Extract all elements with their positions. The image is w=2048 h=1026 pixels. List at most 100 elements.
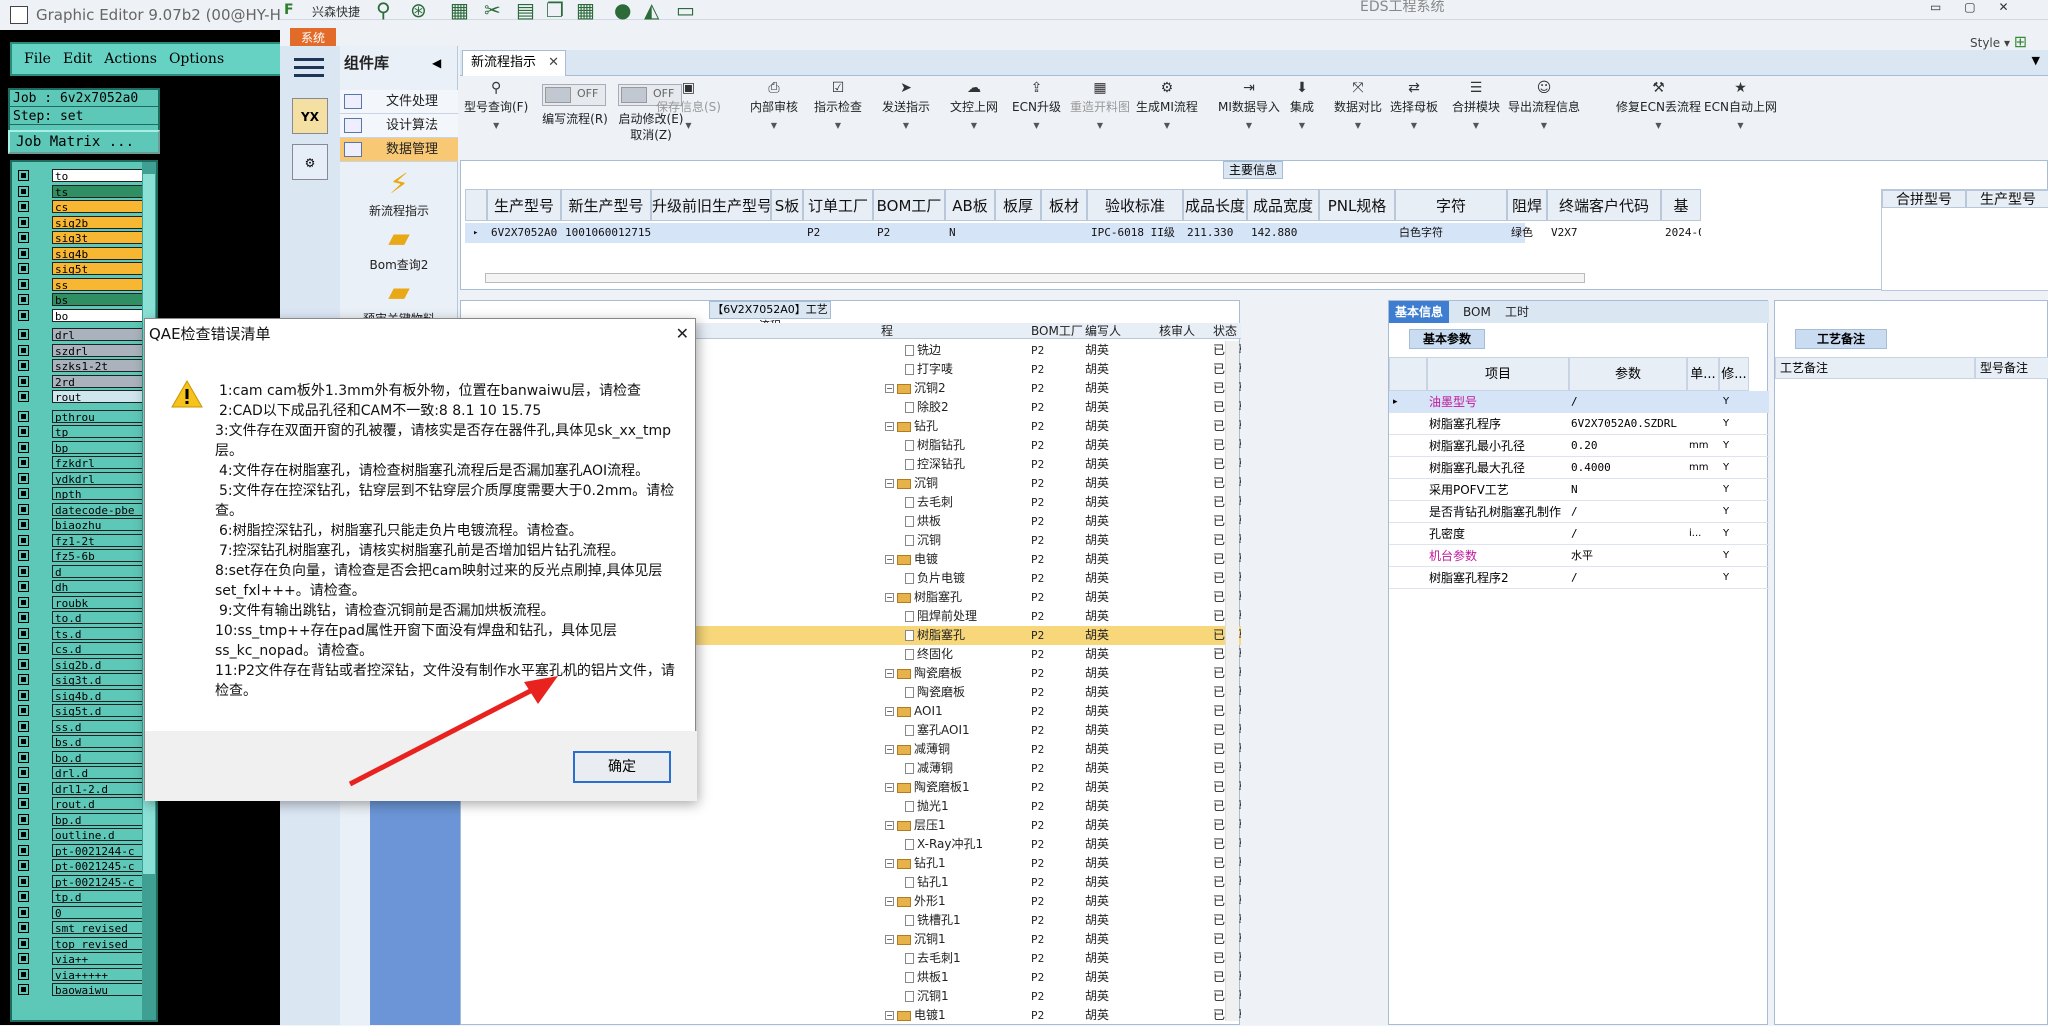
flow-row[interactable]: −钻孔1P2胡英已编写 (461, 854, 1241, 873)
toolbar-button-11[interactable]: ⇥ MI数据导入 ▼ (1218, 80, 1280, 130)
toolbar-button-10[interactable]: ⚙ 生成MI流程 ▼ (1136, 80, 1198, 130)
layer-row[interactable]: bo.d (14, 750, 146, 765)
main-col-header[interactable]: 升级前旧生产型号 (651, 189, 771, 221)
layer-row[interactable]: tp (14, 424, 146, 439)
main-cell[interactable]: 211.330 (1183, 223, 1247, 243)
layer-checkbox[interactable] (18, 844, 29, 856)
layer-row[interactable]: sig3t.d (14, 672, 146, 687)
main-col-header[interactable]: 生产型号 (487, 189, 561, 221)
layer-checkbox[interactable] (18, 798, 29, 809)
info-row[interactable]: 是否背钻孔树脂塞孔制作 / Y (1389, 501, 1769, 523)
window-controls[interactable]: ▭ ▢ ✕ (1930, 0, 2009, 14)
toggle-switch[interactable]: OFF (542, 84, 606, 106)
layer-checkbox[interactable] (18, 170, 29, 181)
layer-checkbox[interactable] (18, 674, 29, 685)
layer-row[interactable]: baowaiwu (14, 982, 146, 997)
flow-scrollbar[interactable] (1225, 341, 1239, 1021)
toolbar-button-14[interactable]: ⇄ 选择母板 ▼ (1390, 80, 1438, 130)
layer-row[interactable]: to (14, 168, 146, 183)
main-cell[interactable] (995, 223, 1041, 243)
expand-icon[interactable]: − (885, 1011, 894, 1020)
layer-checkbox[interactable] (18, 581, 29, 592)
expand-icon[interactable]: − (885, 707, 894, 716)
layer-row[interactable]: sig4b.d (14, 688, 146, 703)
expand-icon[interactable]: − (885, 384, 894, 393)
info-row[interactable]: 机台参数 水平 Y (1389, 545, 1769, 567)
tab-bom[interactable]: BOM (1457, 301, 1497, 323)
layer-checkbox[interactable] (18, 426, 29, 437)
layer-row[interactable]: fz1-2t (14, 533, 146, 548)
main-col-header[interactable]: 新生产型号 (561, 189, 651, 221)
layer-row[interactable]: via+++++ (14, 967, 146, 982)
expand-icon[interactable]: − (885, 745, 894, 754)
layer-row[interactable]: szks1-2t (14, 358, 146, 373)
layer-row[interactable]: d (14, 564, 146, 579)
layer-checkbox[interactable] (18, 906, 29, 918)
copy-icon[interactable]: ❐ (546, 0, 564, 20)
main-col-header[interactable]: PNL规格 (1319, 189, 1395, 221)
layer-row[interactable]: drl.d (14, 765, 146, 780)
flow-row[interactable]: −层压1P2胡英已编写 (461, 816, 1241, 835)
layer-checkbox[interactable] (18, 278, 29, 290)
layer-checkbox[interactable] (18, 937, 29, 949)
info-value[interactable]: 0.20 (1569, 435, 1687, 457)
layer-row[interactable]: bo (14, 308, 146, 323)
main-cell[interactable]: 142.880 (1247, 223, 1319, 243)
search-icon[interactable]: ⚲ (376, 0, 391, 20)
ok-button[interactable]: 确定 (573, 751, 671, 783)
info-row[interactable]: 树脂塞孔程序2 / Y (1389, 567, 1769, 589)
layer-row[interactable]: bs.d (14, 734, 146, 749)
info-value[interactable]: / (1569, 567, 1687, 589)
toolbar-button-9[interactable]: ▦ 重造开料图 ▼ (1070, 80, 1130, 130)
layer-row[interactable]: drl1-2.d (14, 781, 146, 796)
flow-row[interactable]: −电镀1P2胡英已编写 (461, 1006, 1241, 1025)
layer-row[interactable]: npth (14, 486, 146, 501)
tab-hours[interactable]: 工时 (1499, 301, 1535, 323)
expand-icon[interactable]: − (885, 555, 894, 564)
layer-checkbox[interactable] (18, 736, 29, 747)
layer-row[interactable]: biaozhu (14, 517, 146, 532)
main-col-header[interactable]: 板厚 (995, 189, 1041, 221)
layer-row[interactable]: bs (14, 292, 146, 307)
layer-checkbox[interactable] (18, 503, 29, 515)
info-row[interactable]: 采用POFV工艺 N Y (1389, 479, 1769, 501)
toolbar-button-5[interactable]: ☑ 指示检查 ▼ (814, 80, 862, 130)
layer-checkbox[interactable] (18, 375, 29, 387)
main-cell[interactable] (651, 223, 771, 243)
film-icon[interactable]: ▤ (516, 0, 535, 20)
layer-checkbox[interactable] (18, 643, 29, 654)
layer-row[interactable]: roubk (14, 595, 146, 610)
main-col-header[interactable]: 成品宽度 (1247, 189, 1319, 221)
job-matrix-button[interactable]: Job Matrix ... (8, 130, 160, 154)
system-button[interactable]: 系统 (290, 28, 336, 48)
layer-row[interactable]: pt-0021245-c (14, 874, 146, 889)
flow-row[interactable]: −沉铜1P2胡英已编写 (461, 930, 1241, 949)
layer-checkbox[interactable] (18, 968, 29, 980)
toolbar-button-8[interactable]: ⇪ ECN升级 ▼ (1012, 80, 1061, 130)
main-col-header[interactable]: 终端客户代码 (1547, 189, 1661, 221)
layer-row[interactable]: dh (14, 579, 146, 594)
chart-icon[interactable]: ◭ (644, 0, 659, 20)
layer-row[interactable]: ss.d (14, 719, 146, 734)
layer-checkbox[interactable] (18, 534, 29, 546)
layer-checkbox[interactable] (18, 782, 29, 794)
layer-row[interactable]: ts.d (14, 626, 146, 641)
main-cell[interactable]: 6V2X7052A0 (487, 223, 561, 243)
layer-checkbox[interactable] (18, 658, 29, 670)
layer-checkbox[interactable] (18, 457, 29, 468)
flow-row[interactable]: X-Ray冲孔1P2胡英已编写 (461, 835, 1241, 854)
layer-row[interactable]: fz5-6b (14, 548, 146, 563)
info-value[interactable]: / (1569, 523, 1687, 545)
expand-icon[interactable]: − (885, 669, 894, 678)
layer-row[interactable]: top_revised (14, 936, 146, 951)
layer-checkbox[interactable] (18, 767, 29, 778)
grid-icon[interactable]: ▦ (576, 0, 595, 20)
layer-checkbox[interactable] (18, 216, 29, 228)
layer-checkbox[interactable] (18, 891, 29, 902)
layer-checkbox[interactable] (18, 689, 29, 701)
expand-icon[interactable]: − (885, 897, 894, 906)
main-cell[interactable]: V2X7 (1547, 223, 1661, 243)
flow-row[interactable]: 钻孔1P2胡英已编写 (461, 873, 1241, 892)
main-cell[interactable]: P2 (873, 223, 945, 243)
help-icon[interactable]: ⊛ (410, 0, 427, 20)
